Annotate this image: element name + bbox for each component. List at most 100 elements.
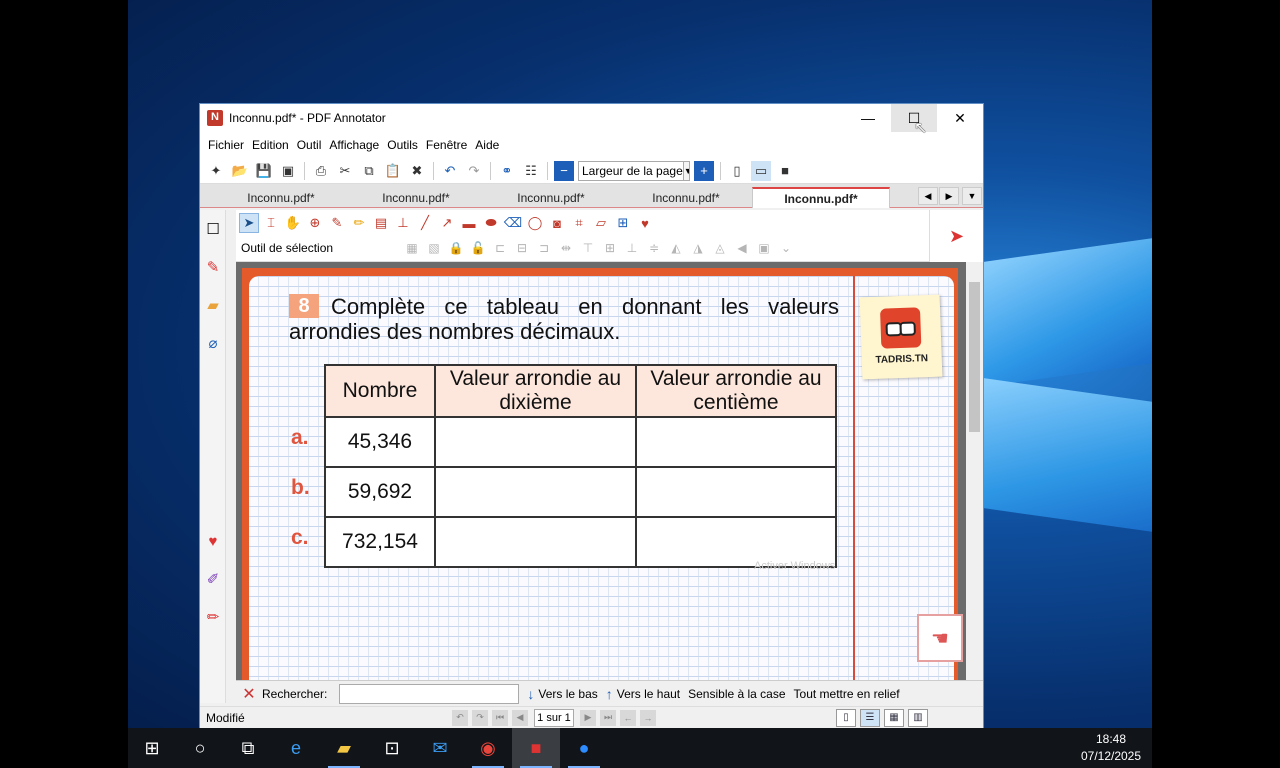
send-back-icon[interactable]: ◀: [733, 239, 751, 257]
tab-document-4[interactable]: Inconnu.pdf*: [617, 187, 755, 208]
eraser-tool-icon[interactable]: ⌫: [503, 213, 523, 233]
crop-tool-icon[interactable]: ⌗: [569, 213, 589, 233]
save-icon[interactable]: 💾: [254, 161, 274, 181]
laser-pointer-icon[interactable]: ➤: [949, 226, 964, 247]
pen-icon[interactable]: ✎: [200, 248, 226, 286]
mail-icon[interactable]: ✉: [416, 728, 464, 768]
menu-aide[interactable]: Aide: [471, 138, 503, 152]
lasso-tool-icon[interactable]: ◯: [525, 213, 545, 233]
store-icon[interactable]: ⊡: [368, 728, 416, 768]
two-pages-icon[interactable]: ▦: [884, 708, 904, 727]
close-search-icon[interactable]: ✕: [236, 684, 262, 704]
search-circle-icon[interactable]: ○: [176, 728, 224, 768]
rectangle-tool-icon[interactable]: ▬: [459, 213, 479, 233]
pdf-annotator-app-icon[interactable]: [207, 110, 223, 126]
bring-front-icon[interactable]: ▣: [755, 239, 773, 257]
two-pages-continuous-icon[interactable]: ▥: [908, 708, 928, 727]
document-viewer[interactable]: 8 Complète ce tableau en donnant les vale…: [236, 262, 966, 680]
group-icon[interactable]: ▦: [403, 239, 421, 257]
page-layout-icon[interactable]: ☷: [521, 161, 541, 181]
delete-icon[interactable]: ✖: [407, 161, 427, 181]
single-page-view-icon[interactable]: ▯: [727, 161, 747, 181]
tab-list-icon[interactable]: ▼: [962, 187, 982, 205]
ruler-tool-icon[interactable]: ▱: [591, 213, 611, 233]
menu-outil[interactable]: Outil: [293, 138, 326, 152]
cut-icon[interactable]: ✂: [335, 161, 355, 181]
flip-horizontal-icon[interactable]: ◮: [689, 239, 707, 257]
case-sensitive-toggle[interactable]: Sensible à la case: [688, 687, 785, 701]
highlight-all-toggle[interactable]: Tout mettre en relief: [794, 687, 900, 701]
new-document-icon[interactable]: ✦: [206, 161, 226, 181]
align-center-icon[interactable]: ⊟: [513, 239, 531, 257]
paste-icon[interactable]: 📋: [383, 161, 403, 181]
chrome-icon[interactable]: ◉: [464, 728, 512, 768]
back-view-icon[interactable]: ↶: [452, 709, 468, 726]
start-windows-icon[interactable]: ⊞: [128, 728, 176, 768]
previous-page-icon[interactable]: ◀: [512, 709, 528, 726]
text-tool-icon[interactable]: ▤: [371, 213, 391, 233]
zoom-in-icon[interactable]: +: [694, 160, 714, 181]
camera-tool-icon[interactable]: ◙: [547, 213, 567, 233]
insert-image-icon[interactable]: ⊞: [613, 213, 633, 233]
menu-fenetre[interactable]: Fenêtre: [422, 138, 471, 152]
distribute-vertical-icon[interactable]: ≑: [645, 239, 663, 257]
align-right-icon[interactable]: ⊐: [535, 239, 553, 257]
edge-browser-icon[interactable]: e: [272, 728, 320, 768]
more-chevron-down-icon[interactable]: ⌄: [777, 239, 795, 257]
panel-splitter[interactable]: [200, 362, 226, 522]
menu-edition[interactable]: Edition: [248, 138, 293, 152]
align-left-icon[interactable]: ⊏: [491, 239, 509, 257]
rotate-icon[interactable]: ◭: [667, 239, 685, 257]
align-bottom-icon[interactable]: ⊥: [623, 239, 641, 257]
zoom-out-icon[interactable]: −: [554, 160, 574, 181]
lock-icon[interactable]: 🔒: [447, 239, 465, 257]
forward-view-icon[interactable]: ↷: [472, 709, 488, 726]
flip-vertical-icon[interactable]: ◬: [711, 239, 729, 257]
tab-scroll-left-icon[interactable]: ◀: [918, 187, 938, 205]
highlighter-tool-icon[interactable]: ✏: [349, 213, 369, 233]
favorites-heart-icon[interactable]: ♥: [635, 213, 655, 233]
file-explorer-icon[interactable]: ▰: [320, 728, 368, 768]
ellipse-tool-icon[interactable]: ⬬: [481, 213, 501, 233]
find-binoculars-icon[interactable]: ⚭: [497, 161, 517, 181]
search-up-button[interactable]: ↑ Vers le haut: [606, 686, 680, 702]
menu-affichage[interactable]: Affichage: [325, 138, 383, 152]
zoom-select[interactable]: Largeur de la page ▼: [578, 160, 690, 181]
print-icon[interactable]: ⎙: [311, 161, 331, 181]
line-tool-icon[interactable]: ╱: [415, 213, 435, 233]
zoom-tool-icon[interactable]: ⊕: [305, 213, 325, 233]
marker-icon[interactable]: ✐: [200, 560, 226, 598]
arrow-tool-icon[interactable]: ↗: [437, 213, 457, 233]
open-folder-icon[interactable]: 📂: [230, 161, 250, 181]
hand-tool-icon[interactable]: ✋: [283, 213, 303, 233]
attachment-icon[interactable]: ⌀: [200, 324, 226, 362]
fullscreen-view-icon[interactable]: ■: [775, 161, 795, 181]
continuous-page-icon[interactable]: ☰: [860, 708, 880, 727]
pdf-annotator-taskbar-icon[interactable]: ■: [512, 728, 560, 768]
menu-outils[interactable]: Outils: [383, 138, 422, 152]
search-input[interactable]: [339, 683, 520, 704]
favorites-heart-icon[interactable]: ♥: [200, 522, 226, 560]
notes-icon[interactable]: ▰: [200, 286, 226, 324]
highlighter-icon[interactable]: ✏: [200, 598, 226, 636]
ungroup-icon[interactable]: ▧: [425, 239, 443, 257]
history-forward-icon[interactable]: →: [640, 709, 656, 726]
system-clock[interactable]: 18:48 07/12/2025: [1076, 731, 1146, 765]
next-page-icon[interactable]: ▶: [580, 709, 596, 726]
save-as-icon[interactable]: ▣: [278, 161, 298, 181]
close-button[interactable]: ✕: [937, 104, 983, 132]
pen-tool-icon[interactable]: ✎: [327, 213, 347, 233]
copy-icon[interactable]: ⧉: [359, 161, 379, 181]
minimize-button[interactable]: —: [845, 104, 891, 132]
tab-document-5[interactable]: Inconnu.pdf*: [752, 187, 890, 208]
text-select-tool-icon[interactable]: ⌶: [261, 213, 281, 233]
distribute-icon[interactable]: ⇹: [557, 239, 575, 257]
undo-icon[interactable]: ↶: [440, 161, 460, 181]
scrollbar-thumb[interactable]: [969, 282, 980, 432]
select-tool-icon[interactable]: ➤: [239, 213, 259, 233]
menu-fichier[interactable]: Fichier: [204, 138, 248, 152]
unlock-icon[interactable]: 🔓: [469, 239, 487, 257]
last-page-icon[interactable]: ⏭: [600, 709, 616, 726]
tab-document-3[interactable]: Inconnu.pdf*: [482, 187, 620, 208]
tab-scroll-right-icon[interactable]: ▶: [939, 187, 959, 205]
